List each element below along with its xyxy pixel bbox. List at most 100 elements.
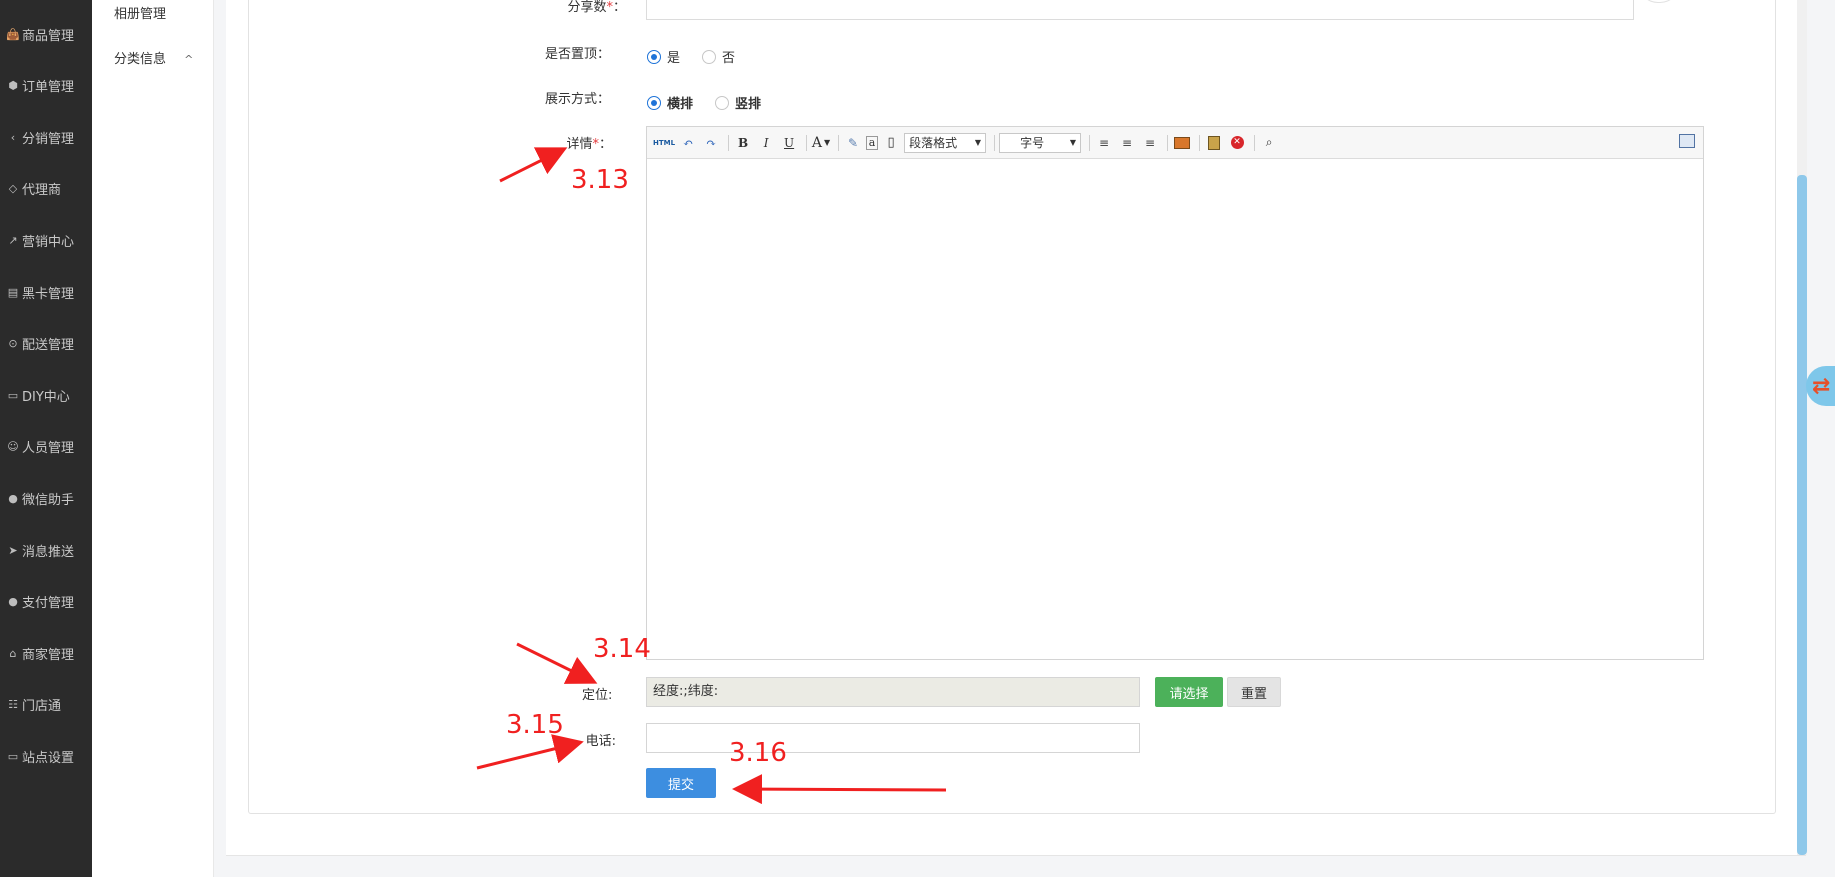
sidebar-item-label: 支付管理 (22, 596, 75, 612)
sidebar-item-label: 商品管理 (22, 28, 75, 44)
swap-arrows-icon[interactable]: ⇄ (1806, 366, 1835, 406)
detail-label-text: 详情 (566, 137, 593, 152)
image-icon[interactable] (1172, 133, 1192, 153)
sidebar-item-4[interactable]: ↗ 营销中心 (0, 220, 92, 260)
sidebar-item-12[interactable]: ⌂ 商家管理 (0, 633, 92, 673)
label-colon: ： (598, 137, 612, 152)
caret-down-icon: ▼ (824, 138, 831, 147)
display-horizontal-radio[interactable] (647, 95, 661, 110)
sidebar-item-7[interactable]: ▭ DIY中心 (0, 375, 92, 415)
bag-icon: 👜 (6, 27, 20, 41)
sidebar-item-10[interactable]: ➤ 消息推送 (0, 530, 92, 570)
font-color-button[interactable]: A ▼ (811, 133, 831, 153)
top-no-radio[interactable] (702, 49, 717, 64)
eraser-icon[interactable]: ✎ (843, 133, 863, 153)
paragraph-format-label: 段落格式 (909, 136, 958, 150)
share-input[interactable] (646, 0, 1634, 20)
toolbar-separator (994, 134, 996, 151)
align-right-icon[interactable]: ≡ (1140, 133, 1160, 153)
sidebar-item-label: 微信助手 (22, 492, 75, 508)
rich-text-editor: HTML ↶ ↷ B I U A ▼ ✎ a ▯ 段落格式 ▼ 字号 ▼ ≡ ≡ ≡ … (646, 126, 1704, 660)
fullscreen-icon[interactable] (1679, 134, 1695, 148)
html-source-button[interactable]: HTML (653, 133, 675, 153)
top-label: 是否置顶： (544, 47, 610, 62)
location-input[interactable]: 经度:;纬度: (646, 677, 1140, 707)
sidebar-item-label: 订单管理 (22, 80, 75, 96)
sidebar-item-label: 分销管理 (22, 131, 75, 147)
sidebar-item-label: 黑卡管理 (22, 286, 75, 302)
reset-location-button[interactable]: 重置 (1227, 677, 1281, 707)
wechat-icon: ● (8, 491, 18, 505)
align-center-icon[interactable]: ≡ (1117, 133, 1137, 153)
editor-toolbar: HTML ↶ ↷ B I U A ▼ ✎ a ▯ 段落格式 ▼ 字号 ▼ ≡ ≡ ≡ … (647, 127, 1703, 159)
sidebar-item-5[interactable]: ▤ 黑卡管理 (0, 272, 92, 312)
annotation-3-16: 3.16 (729, 738, 787, 768)
sidebar-item-label: DIY中心 (22, 389, 70, 405)
sidebar-item-11[interactable]: ● 支付管理 (0, 582, 92, 622)
toolbar-separator (728, 134, 730, 151)
toolbar-separator (838, 134, 840, 151)
top-yes-radio[interactable] (647, 49, 661, 64)
undo-icon[interactable]: ↶ (678, 133, 698, 153)
share-icon: ‹ (10, 130, 16, 144)
sidebar-item-13[interactable]: ☷ 门店通 (0, 685, 92, 725)
underline-button[interactable]: U (779, 133, 799, 153)
sidebar-item-label: 门店通 (22, 699, 62, 715)
sidebar-item-label: 营销中心 (22, 234, 75, 250)
display-vertical-radio[interactable] (715, 95, 730, 110)
cube-icon: ⬢ (8, 79, 18, 93)
annotation-3-13: 3.13 (571, 165, 629, 195)
submenu-item-label: 分类信息 (114, 52, 167, 67)
sidebar-item-14[interactable]: ▭ 站点设置 (0, 736, 92, 776)
choose-location-button[interactable]: 请选择 (1155, 677, 1223, 707)
sidebar-item-label: 商家管理 (22, 647, 75, 663)
sub-menu: 相册管理 分类信息 ^ (92, 0, 214, 877)
font-size-select[interactable]: 字号 ▼ (999, 132, 1082, 153)
sidebar-item-1[interactable]: ⬢ 订单管理 (0, 66, 92, 106)
paragraph-format-select[interactable]: 段落格式 ▼ (904, 132, 987, 153)
scrollbar-thumb[interactable] (1797, 175, 1807, 855)
font-color-label: A (811, 134, 823, 151)
caret-down-icon: ▼ (1069, 138, 1077, 147)
search-icon[interactable]: ⌕ (1259, 133, 1279, 153)
sidebar-item-0[interactable]: 👜 商品管理 (0, 14, 92, 54)
page-icon[interactable]: ▯ (881, 133, 901, 153)
sidebar-item-label: 代理商 (22, 183, 62, 199)
editor-content-area[interactable] (647, 159, 1703, 659)
detail-label: 详情*： (562, 133, 612, 152)
sidebar-item-3[interactable]: ◇ 代理商 (0, 169, 92, 209)
submenu-item-category[interactable]: 分类信息 ^ (114, 48, 193, 67)
toolbar-separator (1167, 134, 1169, 151)
top-no-label: 否 (722, 51, 736, 66)
motorcycle-icon: ⊙ (8, 337, 18, 351)
delete-icon[interactable]: ✕ (1227, 133, 1247, 153)
sidebar-item-6[interactable]: ⊙ 配送管理 (0, 324, 92, 364)
anchor-icon[interactable]: a (866, 135, 879, 150)
paste-icon[interactable] (1204, 133, 1224, 153)
display-horizontal-label: 横排 (667, 97, 694, 112)
submenu-item-album[interactable]: 相册管理 (114, 3, 166, 22)
annotation-3-14: 3.14 (593, 634, 651, 664)
diamond-icon: ◇ (8, 182, 18, 196)
display-label: 展示方式： (544, 92, 610, 107)
redo-icon[interactable]: ↷ (701, 133, 721, 153)
sidebar-item-9[interactable]: ● 微信助手 (0, 478, 92, 518)
sidebar-item-label: 人员管理 (22, 441, 75, 457)
sidebar-item-label: 站点设置 (22, 750, 75, 766)
submit-button[interactable]: 提交 (646, 768, 716, 798)
italic-button[interactable]: I (756, 133, 776, 153)
sidebar-item-2[interactable]: ‹ 分销管理 (0, 117, 92, 157)
grid-icon: ☷ (8, 698, 18, 712)
font-size-label: 字号 (1020, 136, 1045, 150)
toolbar-separator (1254, 134, 1256, 151)
bold-button[interactable]: B (733, 133, 753, 153)
align-left-icon[interactable]: ≡ (1094, 133, 1114, 153)
sidebar-item-label: 消息推送 (22, 544, 75, 560)
bank-icon: ⌂ (9, 646, 17, 660)
phone-input[interactable] (646, 723, 1140, 753)
sidebar-item-8[interactable]: ☺ 人员管理 (0, 427, 92, 467)
display-vertical-label: 竖排 (735, 97, 762, 112)
location-label: 定位: (582, 688, 613, 703)
toolbar-separator (806, 134, 808, 151)
main-sidebar: 👜 商品管理 ⬢ 订单管理 ‹ 分销管理 ◇ 代理商 ↗ 营销中心 ▤ 黑卡管理 ⊙ 配送管理 ▭ DIY中心… (0, 0, 92, 877)
